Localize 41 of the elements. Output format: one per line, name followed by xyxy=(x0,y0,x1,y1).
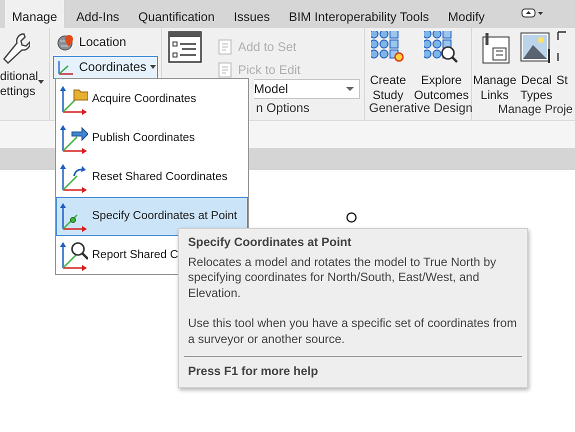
tooltip-text: Relocates a model and rotates the model to True North by specifying coordinates for North/South, East/West, and Elevation. xyxy=(188,254,498,301)
help-hint: Press F1 for more help xyxy=(188,364,320,380)
panel-label: Generative Design xyxy=(369,101,473,118)
menu-item[interactable]: Specify Coordinates at Point xyxy=(56,197,248,236)
list-window-icon xyxy=(168,31,202,63)
tooltip-title: Specify Coordinates at Point xyxy=(188,235,352,250)
coordinates-button[interactable]: Coordinates xyxy=(53,56,158,78)
frame-icon xyxy=(557,31,568,62)
ribbon-tab[interactable]: Modify xyxy=(440,0,492,28)
settings-button[interactable]: ditional ettings xyxy=(0,31,44,99)
tooltip-text: Use this tool when you have a specific set of coordinates from a surveyor or another source. xyxy=(188,316,518,347)
dropdown-icon xyxy=(520,8,543,18)
ribbon-tab[interactable]: BIM Interoperability Tools xyxy=(282,0,436,28)
project-button[interactable]: Decal Types xyxy=(519,31,554,103)
ribbon-tab[interactable]: Manage xyxy=(5,0,64,28)
ribbon-tab[interactable]: Add-Ins xyxy=(69,0,126,28)
panel-label: n Options xyxy=(256,100,310,118)
design-options-button[interactable] xyxy=(168,31,202,63)
dot-grid-icon xyxy=(371,31,406,64)
ribbon-tab[interactable]: Issues xyxy=(226,0,277,28)
generative-button[interactable]: Create Study xyxy=(370,31,406,103)
location-button[interactable]: Location xyxy=(53,31,158,54)
ribbon-display-button[interactable] xyxy=(520,8,543,18)
caret-icon xyxy=(346,87,354,91)
axes-icon xyxy=(57,58,75,76)
cursor-icon xyxy=(346,212,357,223)
menu-item[interactable]: Acquire Coordinates xyxy=(56,80,248,119)
project-button[interactable]: St xyxy=(556,31,568,88)
project-button[interactable]: Manage Links xyxy=(473,31,516,103)
menu-item[interactable]: Reset Shared Coordinates xyxy=(56,158,248,197)
ribbon-tab[interactable]: Quantification xyxy=(131,0,222,28)
panel-label: Manage Proje xyxy=(498,102,573,118)
caret-icon xyxy=(150,65,156,70)
caret-icon xyxy=(38,80,44,84)
menu-item[interactable]: Publish Coordinates xyxy=(56,119,248,158)
generative-button[interactable]: Explore Outcomes xyxy=(414,31,469,103)
axes-magnifier-icon xyxy=(60,239,88,272)
magnifier-grid-icon xyxy=(424,31,458,64)
model-dropdown[interactable]: Model xyxy=(254,79,360,99)
globe-pin-icon xyxy=(57,33,75,52)
document-icon xyxy=(218,39,234,56)
